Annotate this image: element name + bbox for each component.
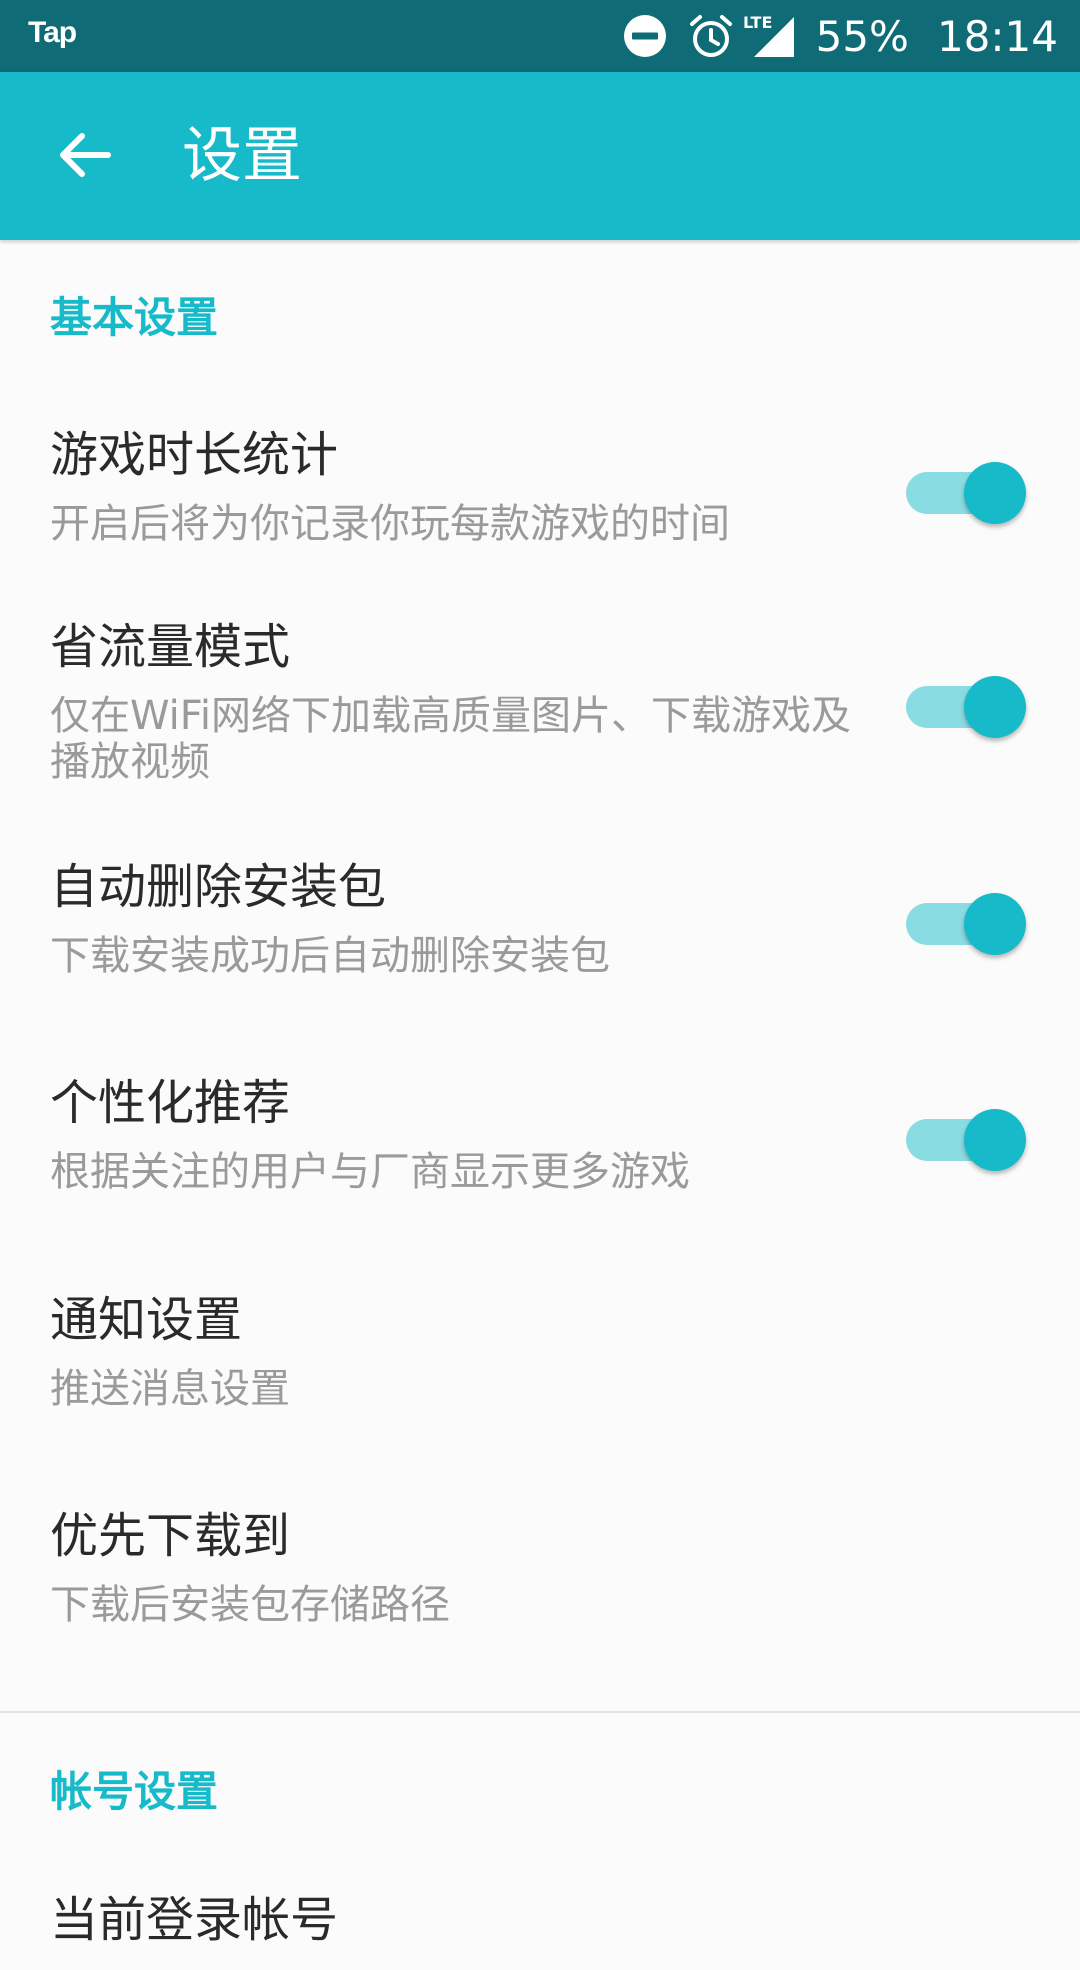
status-icons: LTE 55% 18:14 (622, 0, 1058, 72)
arrow-left-icon[interactable] (52, 122, 118, 188)
data-saver-toggle[interactable] (906, 676, 1026, 738)
setting-data-saver[interactable]: 省流量模式 仅在WiFi网络下加载高质量图片、下载游戏及播放视频 (0, 617, 1080, 807)
setting-personalized-recommendation[interactable]: 个性化推荐 根据关注的用户与厂商显示更多游戏 (0, 1073, 1080, 1223)
setting-play-time-stats[interactable]: 游戏时长统计 开启后将为你记录你玩每款游戏的时间 (0, 425, 1080, 575)
toggle-thumb (964, 1109, 1026, 1171)
setting-title: 当前登录帐号 (50, 1892, 339, 1948)
alarm-icon (689, 15, 732, 57)
app-bar: 设置 (0, 72, 1080, 240)
page-title: 设置 (182, 121, 302, 191)
setting-title: 省流量模式 (50, 619, 291, 675)
setting-auto-delete-package[interactable]: 自动删除安装包 下载安装成功后自动删除安装包 (0, 857, 1080, 1007)
toggle-thumb (964, 676, 1026, 738)
status-app-label: Tap (28, 16, 77, 49)
setting-title: 自动删除安装包 (50, 859, 387, 915)
setting-title: 游戏时长统计 (50, 427, 339, 483)
play-time-stats-toggle[interactable] (906, 462, 1026, 524)
do-not-disturb-icon (623, 15, 666, 57)
lte-signal-icon: LTE (743, 13, 794, 57)
setting-subtitle: 推送消息设置 (50, 1366, 290, 1412)
setting-subtitle: 下载安装成功后自动删除安装包 (50, 933, 610, 979)
setting-title: 个性化推荐 (50, 1075, 291, 1131)
section-header-basic: 基本设置 (50, 293, 219, 342)
auto-delete-package-toggle[interactable] (906, 893, 1026, 955)
toggle-thumb (964, 462, 1026, 524)
setting-title: 通知设置 (50, 1292, 243, 1348)
clock-time: 18:14 (936, 11, 1058, 61)
section-header-account: 帐号设置 (50, 1767, 219, 1816)
svg-text:LTE: LTE (743, 13, 772, 32)
setting-subtitle: 下载后安装包存储路径 (50, 1582, 450, 1628)
setting-notification[interactable]: 通知设置 推送消息设置 (0, 1290, 1080, 1440)
setting-subtitle: 根据关注的用户与厂商显示更多游戏 (50, 1149, 690, 1195)
setting-download-location[interactable]: 优先下载到 下载后安装包存储路径 (0, 1506, 1080, 1656)
setting-subtitle: 开启后将为你记录你玩每款游戏的时间 (50, 501, 730, 547)
status-bar: Tap LTE 55% 18:14 (0, 0, 1080, 72)
toggle-thumb (964, 893, 1026, 955)
personalized-recommendation-toggle[interactable] (906, 1109, 1026, 1171)
setting-subtitle: 仅在WiFi网络下加载高质量图片、下载游戏及播放视频 (50, 693, 851, 785)
battery-percentage: 55% (815, 11, 909, 61)
section-divider (0, 1711, 1080, 1713)
setting-title: 优先下载到 (50, 1508, 291, 1564)
setting-current-account[interactable]: 当前登录帐号 (0, 1890, 1080, 1970)
